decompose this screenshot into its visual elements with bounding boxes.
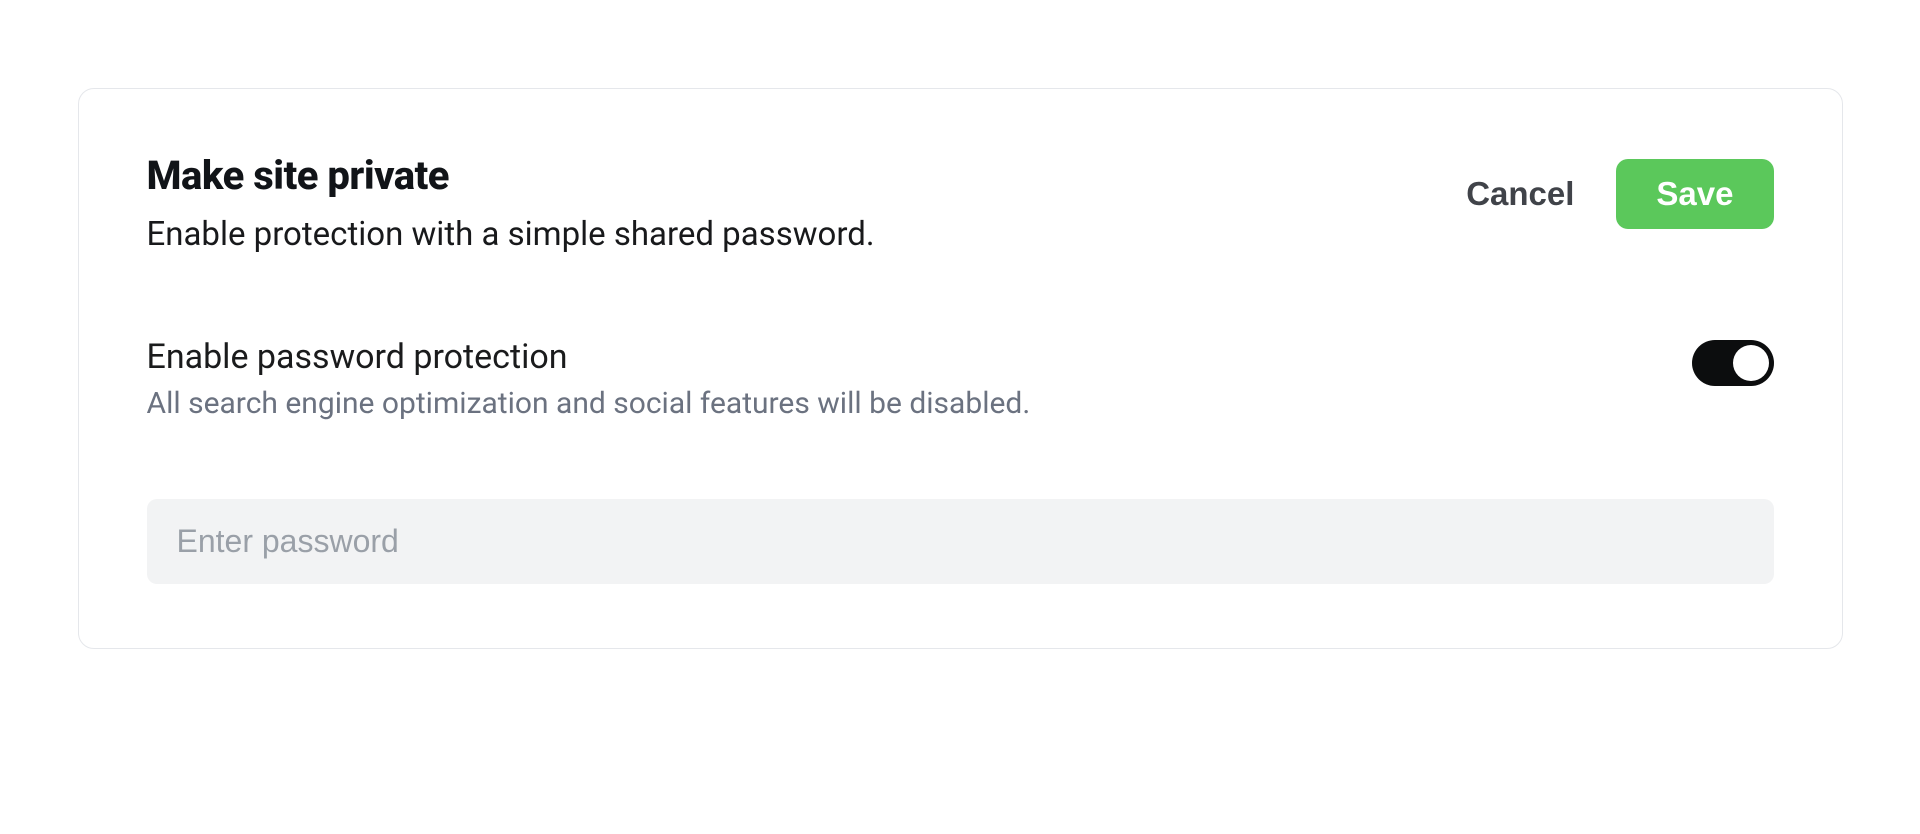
settings-card: Make site private Enable protection with… bbox=[78, 88, 1843, 649]
option-text: Enable password protection All search en… bbox=[147, 336, 1692, 422]
header-actions: Cancel Save bbox=[1466, 153, 1773, 229]
card-title: Make site private bbox=[147, 153, 1467, 199]
card-subtitle: Enable protection with a simple shared p… bbox=[147, 213, 1467, 258]
cancel-button[interactable]: Cancel bbox=[1466, 175, 1574, 213]
password-protection-toggle[interactable] bbox=[1692, 340, 1774, 386]
option-description: All search engine optimization and socia… bbox=[147, 386, 1692, 421]
card-header: Make site private Enable protection with… bbox=[147, 153, 1774, 258]
option-title: Enable password protection bbox=[147, 336, 1692, 379]
toggle-knob-icon bbox=[1733, 345, 1769, 381]
heading-block: Make site private Enable protection with… bbox=[147, 153, 1467, 258]
save-button[interactable]: Save bbox=[1616, 159, 1773, 229]
password-input[interactable] bbox=[147, 499, 1774, 584]
password-protection-option: Enable password protection All search en… bbox=[147, 336, 1774, 422]
password-input-wrap bbox=[147, 499, 1774, 584]
